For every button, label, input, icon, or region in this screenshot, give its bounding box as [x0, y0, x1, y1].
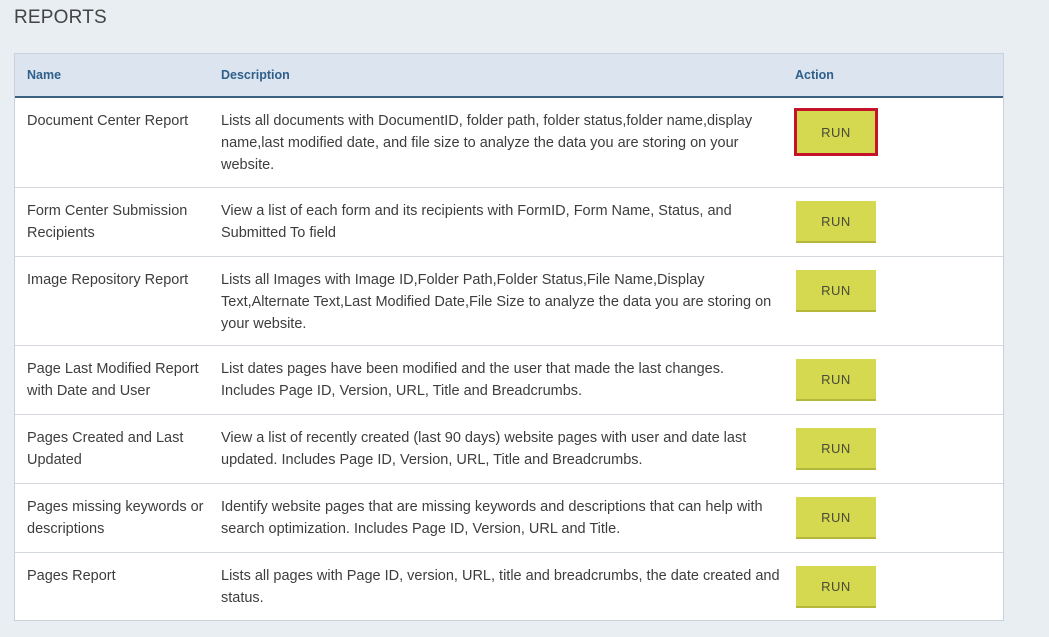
report-description: Identify website pages that are missing …	[221, 499, 763, 537]
run-page-last-modified-report-button[interactable]: RUN	[796, 359, 876, 401]
report-name: Pages missing keywords or descriptions	[27, 499, 204, 537]
run-document-center-report-button[interactable]: RUN	[794, 108, 878, 156]
table-row: Document Center Report Lists all documen…	[15, 98, 1003, 188]
column-header-action: Action	[795, 68, 834, 82]
run-pages-created-and-last-updated-button[interactable]: RUN	[796, 428, 876, 470]
run-pages-report-button[interactable]: RUN	[796, 566, 876, 608]
table-row: Pages missing keywords or descriptions I…	[15, 484, 1003, 553]
run-pages-missing-keywords-button[interactable]: RUN	[796, 497, 876, 539]
report-description: Lists all Images with Image ID,Folder Pa…	[221, 272, 772, 332]
run-form-center-submission-recipients-button[interactable]: RUN	[796, 201, 876, 243]
report-name: Pages Report	[27, 568, 116, 584]
table-row: Form Center Submission Recipients View a…	[15, 188, 1003, 257]
report-name: Pages Created and Last Updated	[27, 430, 184, 468]
report-description: List dates pages have been modified and …	[221, 361, 725, 399]
column-header-description: Description	[221, 68, 290, 82]
report-name: Page Last Modified Report with Date and …	[27, 361, 199, 399]
table-row: Pages Created and Last Updated View a li…	[15, 415, 1003, 484]
reports-table: Name Description Action Document Center …	[14, 53, 1004, 621]
table-row: Image Repository Report Lists all Images…	[15, 257, 1003, 346]
page-title: REPORTS	[14, 7, 107, 28]
report-name: Document Center Report	[27, 113, 189, 129]
table-row: Page Last Modified Report with Date and …	[15, 346, 1003, 415]
report-description: Lists all pages with Page ID, version, U…	[221, 568, 780, 606]
report-description: Lists all documents with DocumentID, fol…	[221, 113, 753, 173]
report-name: Image Repository Report	[27, 272, 189, 288]
column-header-name: Name	[27, 68, 62, 82]
table-row: Pages Report Lists all pages with Page I…	[15, 553, 1003, 620]
report-name: Form Center Submission Recipients	[27, 203, 188, 241]
table-header: Name Description Action	[15, 54, 1003, 98]
report-description: View a list of each form and its recipie…	[221, 203, 732, 241]
run-image-repository-report-button[interactable]: RUN	[796, 270, 876, 312]
report-description: View a list of recently created (last 90…	[221, 430, 747, 468]
